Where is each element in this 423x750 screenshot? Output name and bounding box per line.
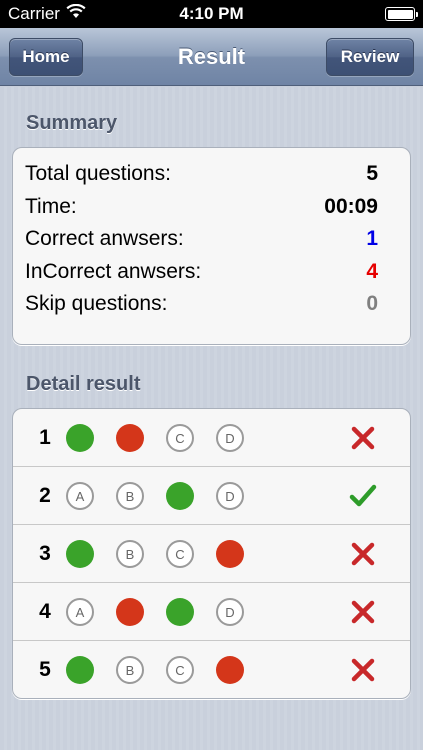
cross-icon xyxy=(349,656,377,684)
summary-row-correct: Correct anwsers: 1 xyxy=(25,223,398,256)
navigation-bar: Home Result Review xyxy=(0,28,423,86)
choice-label: B xyxy=(125,662,135,678)
choice-b-selected-wrong xyxy=(116,424,144,452)
status-left: Carrier xyxy=(8,3,86,24)
summary-row-time: Time: 00:09 xyxy=(25,191,398,224)
choice-label: A xyxy=(75,604,85,620)
detail-group: 1 C D 2 A B D 3 B C 4 A D 5 B C xyxy=(12,408,411,699)
question-number: 4 xyxy=(39,599,51,623)
summary-row-total: Total questions: 5 xyxy=(25,158,398,191)
check-icon xyxy=(349,482,377,510)
detail-row[interactable]: 5 B C xyxy=(13,641,410,698)
battery-icon xyxy=(385,7,418,21)
cross-icon xyxy=(349,424,377,452)
status-bar: Carrier 4:10 PM xyxy=(0,0,423,28)
choice-label: C xyxy=(175,546,185,562)
detail-row[interactable]: 1 C D xyxy=(13,409,410,467)
choice-d-unselected: D xyxy=(216,482,244,510)
summary-label: InCorrect anwsers: xyxy=(25,259,202,283)
summary-value: 4 xyxy=(366,259,378,283)
choice-d-unselected: D xyxy=(216,598,244,626)
home-button[interactable]: Home xyxy=(9,38,83,76)
choice-a-correct xyxy=(66,656,94,684)
summary-group: Total questions: 5 Time: 00:09 Correct a… xyxy=(12,147,411,345)
choice-a-unselected: A xyxy=(66,482,94,510)
choice-label: D xyxy=(225,488,235,504)
choice-label: B xyxy=(125,546,135,562)
choice-b-unselected: B xyxy=(116,482,144,510)
choice-d-selected-wrong xyxy=(216,540,244,568)
choice-a-unselected: A xyxy=(66,598,94,626)
choice-c-unselected: C xyxy=(166,656,194,684)
summary-value: 5 xyxy=(366,162,378,186)
detail-row[interactable]: 4 A D xyxy=(13,583,410,641)
summary-value: 00:09 xyxy=(324,194,378,218)
detail-row[interactable]: 2 A B D xyxy=(13,467,410,525)
summary-row-skip: Skip questions: 0 xyxy=(25,288,398,321)
cross-icon xyxy=(349,540,377,568)
summary-label: Time: xyxy=(25,194,77,218)
summary-label: Correct anwsers: xyxy=(25,227,184,251)
question-number: 2 xyxy=(39,483,51,507)
summary-label: Skip questions: xyxy=(25,292,168,316)
choice-c-unselected: C xyxy=(166,540,194,568)
summary-header: Summary xyxy=(26,112,118,134)
choice-a-correct xyxy=(66,424,94,452)
choice-b-unselected: B xyxy=(116,540,144,568)
question-number: 1 xyxy=(39,425,51,449)
wifi-icon xyxy=(66,3,86,24)
choice-b-selected-wrong xyxy=(116,598,144,626)
choice-label: B xyxy=(125,488,135,504)
choice-label: D xyxy=(225,604,235,620)
content-area: Summary Total questions: 5 Time: 00:09 C… xyxy=(0,87,423,750)
detail-header: Detail result xyxy=(26,373,141,395)
choice-d-selected-wrong xyxy=(216,656,244,684)
cross-icon xyxy=(349,598,377,626)
choice-label: A xyxy=(75,488,85,504)
summary-row-incorrect: InCorrect anwsers: 4 xyxy=(25,256,398,289)
detail-row[interactable]: 3 B C xyxy=(13,525,410,583)
page-title: Result xyxy=(177,43,246,69)
summary-value: 0 xyxy=(366,292,378,316)
review-button[interactable]: Review xyxy=(326,38,414,76)
choice-label: D xyxy=(225,430,235,446)
choice-c-correct xyxy=(166,598,194,626)
choice-a-correct xyxy=(66,540,94,568)
choice-c-unselected: C xyxy=(166,424,194,452)
choice-d-unselected: D xyxy=(216,424,244,452)
choice-label: C xyxy=(175,430,185,446)
choice-b-unselected: B xyxy=(116,656,144,684)
choice-label: C xyxy=(175,662,185,678)
carrier-label: Carrier xyxy=(8,4,60,23)
battery-level xyxy=(387,9,413,19)
question-number: 3 xyxy=(39,541,51,565)
summary-label: Total questions: xyxy=(25,162,171,186)
choice-c-correct xyxy=(166,482,194,510)
summary-value: 1 xyxy=(366,227,378,251)
question-number: 5 xyxy=(39,658,51,681)
